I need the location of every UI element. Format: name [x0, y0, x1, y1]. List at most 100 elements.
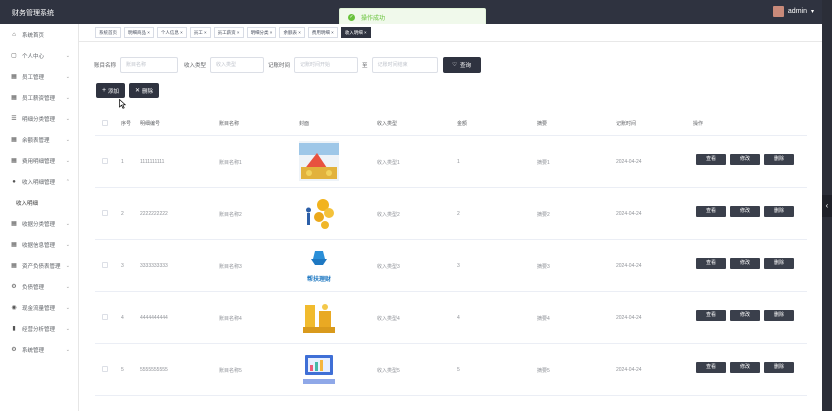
query-button[interactable]: ♡ 查询 — [442, 57, 481, 73]
grid-icon: ▦ — [11, 157, 17, 164]
cell-index: 2 — [121, 211, 124, 217]
to-label: 至 — [362, 63, 368, 69]
sidebar-item[interactable]: ▦ 资产负债表管理 ⌄ — [0, 255, 78, 276]
column-header: 操作 — [693, 121, 704, 127]
income-table: 序号 明细编号 账目名称 封面 收入类型 金额 摘要 记账时间 操作 1 1111111111 账目… — [95, 110, 807, 396]
gear-icon: ⚙ — [11, 346, 17, 353]
sidebar-item[interactable]: ▦ 收据信息管理 ⌄ — [0, 234, 78, 255]
edit-button[interactable]: 修改 — [730, 206, 760, 217]
view-button[interactable]: 查看 — [696, 362, 726, 373]
column-header: 摘要 — [537, 121, 548, 127]
delete-button[interactable]: 删除 — [764, 154, 794, 165]
tab-8[interactable]: 收入明细 × — [340, 27, 371, 38]
table-header: 序号 明细编号 账目名称 封面 收入类型 金额 摘要 记账时间 操作 — [95, 110, 807, 136]
sidebar-item[interactable]: ▦ 费用明细管理 ⌄ — [0, 150, 78, 171]
row-actions: 查看 修改 删除 — [696, 154, 794, 165]
sidebar-item-label: 经营分析管理 — [22, 326, 56, 333]
time-start-input[interactable]: 记账时间开始 — [294, 57, 359, 73]
time-end-input[interactable]: 记账时间结束 — [371, 57, 438, 73]
tab-7[interactable]: 费用明细 × — [307, 27, 338, 38]
home-icon: ⌂ — [12, 31, 16, 38]
sidebar-item[interactable]: ☰ 明细分类管理 ⌄ — [0, 108, 78, 129]
edit-button[interactable]: 修改 — [730, 258, 760, 269]
sidebar-item[interactable]: ⚙ 负债管理 ⌄ — [0, 276, 78, 297]
chevron-down-icon: ⌄ — [65, 241, 70, 248]
collapse-handle-icon[interactable]: ‹ — [822, 195, 832, 217]
tab-1[interactable]: 明细商品 × — [124, 27, 154, 38]
row-checkbox[interactable] — [102, 262, 108, 268]
type-input[interactable]: 收入类型 — [210, 57, 265, 73]
batch-delete-button[interactable]: ✕ 删除 — [129, 83, 159, 98]
cell-index: 4 — [121, 315, 124, 321]
grid-icon: ▦ — [11, 73, 17, 80]
row-checkbox[interactable] — [102, 210, 108, 216]
cell-name: 账目名称5 — [219, 368, 242, 374]
edit-button[interactable]: 修改 — [730, 362, 760, 373]
view-button[interactable]: 查看 — [696, 154, 726, 165]
cell-date: 2024-04-24 — [616, 211, 642, 217]
sidebar-item[interactable]: ▦ 余额表管理 ⌄ — [0, 129, 78, 150]
sidebar-item[interactable]: ⌂ 系统首页 — [0, 24, 78, 45]
user-menu[interactable]: admin ▾ — [772, 6, 814, 17]
row-checkbox[interactable] — [102, 366, 108, 372]
sidebar-item-label: 员工管理 — [22, 74, 45, 81]
tab-0[interactable]: 系统首页 — [95, 27, 121, 38]
chevron-down-icon: ⌄ — [65, 94, 70, 101]
sidebar-item[interactable]: ● 收入明细管理 ⌃ — [0, 171, 78, 192]
cell-summary: 摘要5 — [537, 368, 550, 374]
toast-message: 操作成功 — [361, 16, 386, 22]
sidebar-item[interactable]: ⚙ 系统管理 ⌄ — [0, 339, 78, 360]
cell-index: 3 — [121, 263, 124, 269]
view-button[interactable]: 查看 — [696, 206, 726, 217]
chevron-down-icon: ⌄ — [65, 304, 70, 311]
add-button[interactable]: + 添加 — [96, 83, 125, 98]
table-row: 4 4444444444 账目名称4 收入类型4 4 摘要4 2024-04-24 查看 修改删… — [95, 292, 807, 344]
column-header: 收入类型 — [377, 121, 398, 127]
delete-button[interactable]: 删除 — [764, 362, 794, 373]
add-button-label: 添加 — [108, 88, 120, 95]
table-row: 2 2222222222 账目名称2 收入类型2 2 摘要2 2024-04-24 查看 修改删… — [95, 188, 807, 240]
sidebar-item[interactable]: ▦ 员工管理 ⌄ — [0, 66, 78, 87]
mouse-cursor-icon — [119, 99, 126, 109]
tab-3[interactable]: 员工 × — [189, 27, 211, 38]
sidebar: ⌂ 系统首页 ▢ 个人中心 ⌄ ▦ 员工管理 ⌄ ▦ 员工薪资管理 ⌄ ☰ 明细分类管理 ⌄ ▦ 余额表管理 ⌄… — [0, 24, 79, 411]
cell-type: 收入类型3 — [377, 264, 400, 270]
tab-5[interactable]: 明细分类 × — [246, 27, 277, 38]
cell-date: 2024-04-24 — [616, 315, 642, 321]
delete-button[interactable]: 删除 — [764, 258, 794, 269]
cell-date: 2024-04-24 — [616, 367, 642, 373]
edit-button[interactable]: 修改 — [730, 310, 760, 321]
view-button[interactable]: 查看 — [696, 258, 726, 269]
row-checkbox[interactable] — [102, 314, 108, 320]
view-button[interactable]: 查看 — [696, 310, 726, 321]
sidebar-item[interactable]: ◉ 现金流量管理 ⌄ — [0, 297, 78, 318]
cell-code: 1111111111 — [140, 159, 165, 165]
edit-button[interactable]: 修改 — [730, 154, 760, 165]
calendar-icon: ▢ — [11, 52, 17, 59]
grid-icon: ▦ — [11, 94, 17, 101]
sidebar-item-label: 系统首页 — [22, 32, 45, 39]
account-input[interactable]: 账目名称 — [120, 57, 179, 73]
delete-button[interactable]: 删除 — [764, 310, 794, 321]
tab-2[interactable]: 个人信息 × — [156, 27, 187, 38]
cell-amount: 3 — [457, 263, 460, 269]
select-all-checkbox[interactable] — [102, 120, 108, 126]
chevron-down-icon: ⌄ — [65, 262, 70, 269]
account-label: 账目名称 — [94, 63, 117, 69]
sidebar-item[interactable]: ▢ 个人中心 ⌄ — [0, 45, 78, 66]
tab-6[interactable]: 余额表 × — [279, 27, 305, 38]
sidebar-item[interactable]: ▦ 收据分类管理 ⌄ — [0, 213, 78, 234]
delete-button[interactable]: 删除 — [764, 206, 794, 217]
cell-type: 收入类型4 — [377, 316, 400, 322]
search-form: 账目名称 账目名称 收入类型 收入类型 记账时间 记账时间开始 至 记账时间结束… — [94, 57, 481, 73]
cover-image — [299, 141, 339, 181]
sidebar-item[interactable]: ▮ 经营分析管理 ⌄ — [0, 318, 78, 339]
chevron-down-icon: ⌄ — [65, 220, 70, 227]
cell-index: 1 — [121, 159, 124, 165]
cell-index: 5 — [121, 367, 124, 373]
sidebar-item[interactable]: ▦ 员工薪资管理 ⌄ — [0, 87, 78, 108]
row-checkbox[interactable] — [102, 158, 108, 164]
sidebar-item[interactable]: 收入明细 — [0, 192, 78, 213]
tab-4[interactable]: 员工薪资 × — [213, 27, 244, 38]
sidebar-item-label: 资产负债表管理 — [22, 263, 61, 270]
